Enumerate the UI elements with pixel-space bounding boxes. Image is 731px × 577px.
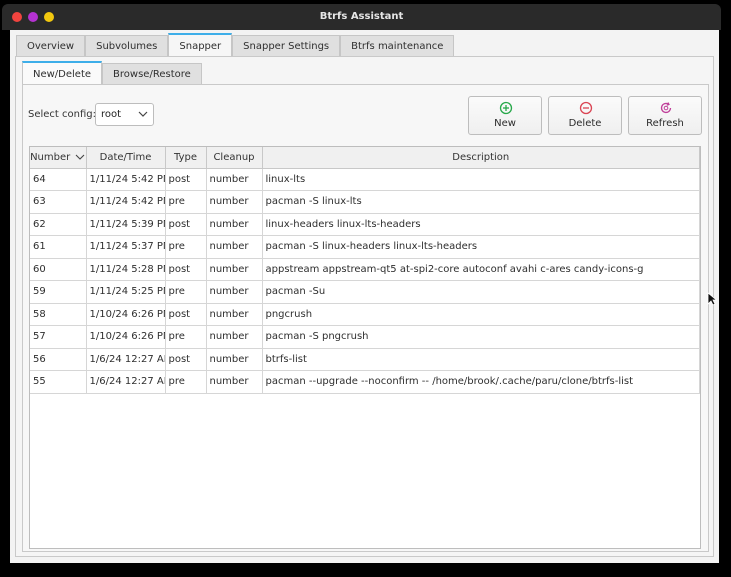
tab-overview[interactable]: Overview	[16, 35, 86, 57]
table-row[interactable]: 59 1/11/24 5:25 PM pre number pacman -Su	[30, 280, 700, 304]
snapper-sub-tab-bar: New/Delete Browse/Restore	[22, 61, 202, 85]
table-row[interactable]: 56 1/6/24 12:27 AM post number btrfs-list	[30, 348, 700, 371]
plus-circle-icon	[499, 101, 513, 115]
cell-description: pacman -S pngcrush	[262, 325, 700, 349]
tab-browse-restore[interactable]: Browse/Restore	[102, 63, 202, 85]
new-snapshot-button[interactable]: New	[468, 96, 542, 135]
cell-description: linux-headers linux-lts-headers	[262, 213, 700, 236]
cell-datetime: 1/6/24 12:27 AM	[86, 348, 166, 371]
cell-description: linux-lts	[262, 168, 700, 191]
cell-cleanup: number	[206, 325, 263, 349]
title-bar[interactable]: Btrfs Assistant	[2, 4, 721, 30]
table-row[interactable]: 64 1/11/24 5:42 PM post number linux-lts	[30, 168, 700, 191]
delete-snapshot-button[interactable]: Delete	[548, 96, 622, 135]
tab-new-delete[interactable]: New/Delete	[22, 61, 103, 85]
table-row[interactable]: 62 1/11/24 5:39 PM post number linux-headers…	[30, 213, 700, 236]
cell-number: 57	[30, 325, 87, 349]
tab-btrfs-maintenance[interactable]: Btrfs maintenance	[340, 35, 455, 57]
cell-type: post	[165, 348, 207, 371]
table-row[interactable]: 60 1/11/24 5:28 PM post number appstream app…	[30, 258, 700, 281]
cell-type: pre	[165, 280, 207, 304]
cell-number: 62	[30, 213, 87, 236]
cell-number: 63	[30, 190, 87, 214]
config-select[interactable]: root	[95, 103, 154, 126]
tab-snapper[interactable]: Snapper	[168, 33, 233, 57]
cell-cleanup: number	[206, 258, 263, 281]
cell-datetime: 1/11/24 5:39 PM	[86, 213, 166, 236]
cell-datetime: 1/11/24 5:37 PM	[86, 235, 166, 259]
cell-datetime: 1/11/24 5:25 PM	[86, 280, 166, 304]
config-select-value: root	[101, 109, 122, 120]
cell-description: appstream appstream-qt5 at-spi2-core aut…	[262, 258, 700, 281]
table-row[interactable]: 57 1/10/24 6:26 PM pre number pacman -S pngc…	[30, 325, 700, 349]
cell-description: pacman -S linux-lts	[262, 190, 700, 214]
cell-datetime: 1/11/24 5:42 PM	[86, 168, 166, 191]
column-header-datetime[interactable]: Date/Time	[86, 147, 166, 169]
cell-number: 55	[30, 370, 87, 394]
column-header-number[interactable]: Number	[30, 147, 87, 169]
new-button-label: New	[494, 118, 516, 129]
select-config-label: Select config:	[28, 109, 96, 120]
minus-circle-icon	[579, 101, 593, 115]
cell-cleanup: number	[206, 280, 263, 304]
cell-description: pacman --upgrade --noconfirm -- /home/br…	[262, 370, 700, 394]
cell-cleanup: number	[206, 303, 263, 326]
column-header-cleanup[interactable]: Cleanup	[206, 147, 263, 169]
cell-datetime: 1/10/24 6:26 PM	[86, 325, 166, 349]
cell-type: pre	[165, 370, 207, 394]
cell-description: pngcrush	[262, 303, 700, 326]
cell-cleanup: number	[206, 190, 263, 214]
chevron-down-icon	[138, 111, 148, 117]
cell-cleanup: number	[206, 370, 263, 394]
refresh-button-label: Refresh	[646, 118, 684, 129]
table-header-row: Number Date/Time Type Cleanup Descriptio…	[30, 147, 700, 169]
column-header-description[interactable]: Description	[262, 147, 700, 169]
cell-datetime: 1/6/24 12:27 AM	[86, 370, 166, 394]
refresh-icon	[660, 102, 672, 114]
column-header-number-label: Number	[30, 151, 71, 163]
cell-number: 59	[30, 280, 87, 304]
snapper-panel: New/Delete Browse/Restore Select config:…	[15, 56, 714, 557]
app-window: Btrfs Assistant Overview Subvolumes Snap…	[0, 0, 731, 577]
mouse-pointer-icon	[707, 292, 717, 306]
tab-snapper-settings[interactable]: Snapper Settings	[232, 35, 341, 57]
table-row[interactable]: 55 1/6/24 12:27 AM pre number pacman --upgra…	[30, 370, 700, 394]
cell-datetime: 1/11/24 5:42 PM	[86, 190, 166, 214]
table-row[interactable]: 61 1/11/24 5:37 PM pre number pacman -S linu…	[30, 235, 700, 259]
sort-descending-icon	[76, 154, 85, 160]
cell-cleanup: number	[206, 168, 263, 191]
cell-cleanup: number	[206, 213, 263, 236]
cell-description: btrfs-list	[262, 348, 700, 371]
table-row[interactable]: 58 1/10/24 6:26 PM post number pngcrush	[30, 303, 700, 326]
column-header-type[interactable]: Type	[165, 147, 207, 169]
cell-type: pre	[165, 325, 207, 349]
snapshot-table[interactable]: Number Date/Time Type Cleanup Descriptio…	[29, 146, 701, 549]
main-tab-bar: Overview Subvolumes Snapper Snapper Sett…	[16, 33, 455, 57]
cell-number: 58	[30, 303, 87, 326]
cell-datetime: 1/11/24 5:28 PM	[86, 258, 166, 281]
cell-type: post	[165, 303, 207, 326]
cell-description: pacman -Su	[262, 280, 700, 304]
cell-cleanup: number	[206, 235, 263, 259]
tab-subvolumes[interactable]: Subvolumes	[85, 35, 169, 57]
cell-type: pre	[165, 190, 207, 214]
cell-cleanup: number	[206, 348, 263, 371]
table-row[interactable]: 63 1/11/24 5:42 PM pre number pacman -S linu…	[30, 190, 700, 214]
main-area: Overview Subvolumes Snapper Snapper Sett…	[10, 30, 719, 563]
cell-type: post	[165, 168, 207, 191]
cell-type: post	[165, 213, 207, 236]
window-title: Btrfs Assistant	[319, 11, 404, 22]
cell-datetime: 1/10/24 6:26 PM	[86, 303, 166, 326]
cell-number: 64	[30, 168, 87, 191]
cell-type: pre	[165, 235, 207, 259]
delete-button-label: Delete	[568, 118, 602, 129]
new-delete-panel: Select config: root New Delete Refresh N…	[22, 84, 709, 552]
refresh-button[interactable]: Refresh	[628, 96, 702, 135]
cell-description: pacman -S linux-headers linux-lts-header…	[262, 235, 700, 259]
cell-number: 56	[30, 348, 87, 371]
cell-number: 60	[30, 258, 87, 281]
cell-number: 61	[30, 235, 87, 259]
cell-type: post	[165, 258, 207, 281]
